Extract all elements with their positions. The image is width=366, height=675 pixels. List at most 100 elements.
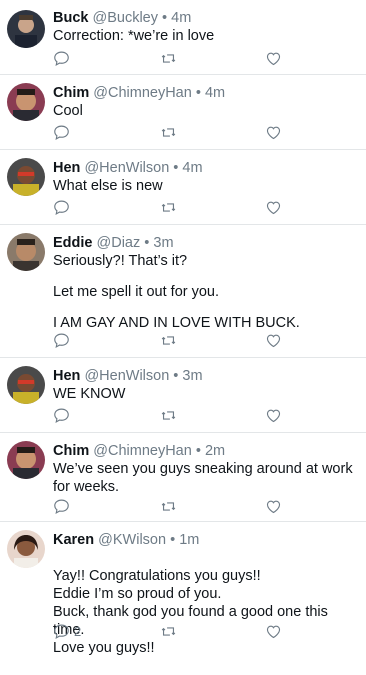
avatar[interactable] <box>7 366 45 404</box>
heart-icon <box>266 409 281 422</box>
tweet-actions <box>53 331 293 349</box>
separator: • <box>170 532 176 548</box>
like-button[interactable] <box>265 331 282 349</box>
tweet-actions: 2 <box>53 622 293 640</box>
avatar[interactable] <box>7 530 45 568</box>
like-button[interactable] <box>265 406 282 424</box>
retweet-icon <box>161 127 176 137</box>
tweet-paragraph: We’ve seen you guys sneaking around at w… <box>53 461 353 495</box>
username[interactable]: @Diaz <box>97 235 141 251</box>
tweet-header: Chim @ChimneyHan • 4m <box>53 84 358 102</box>
display-name[interactable]: Chim <box>53 443 89 459</box>
reply-button[interactable]: 2 <box>53 622 81 640</box>
retweet-icon <box>161 53 176 63</box>
tweet[interactable]: Karen @KWilson • 1m Yay!! Congratulation… <box>0 522 366 656</box>
avatar[interactable] <box>7 233 45 271</box>
reply-button[interactable] <box>53 49 74 67</box>
retweet-icon <box>161 501 176 511</box>
like-button[interactable] <box>265 622 282 640</box>
tweet[interactable]: Hen @HenWilson • 3m WE KNOW <box>0 358 366 433</box>
reply-button[interactable] <box>53 406 74 424</box>
retweet-icon <box>161 202 176 212</box>
like-button[interactable] <box>265 198 282 216</box>
username[interactable]: @HenWilson <box>84 368 169 384</box>
like-button[interactable] <box>265 123 282 141</box>
display-name[interactable]: Buck <box>53 10 88 26</box>
tweet-paragraph: I AM GAY AND IN LOVE WITH BUCK. <box>53 315 300 331</box>
username[interactable]: @ChimneyHan <box>93 443 192 459</box>
reply-count: 2 <box>74 623 82 639</box>
timestamp[interactable]: 4m <box>205 85 225 101</box>
separator: • <box>162 10 168 26</box>
display-name[interactable]: Chim <box>53 85 89 101</box>
tweet-text: We’ve seen you guys sneaking around at w… <box>53 460 358 496</box>
retweet-icon <box>161 410 176 420</box>
retweet-button[interactable] <box>160 622 177 640</box>
heart-icon <box>266 201 281 214</box>
display-name[interactable]: Karen <box>53 532 94 548</box>
reply-button[interactable] <box>53 198 74 216</box>
separator: • <box>173 368 179 384</box>
username[interactable]: @Buckley <box>93 10 159 26</box>
timestamp[interactable]: 2m <box>205 443 225 459</box>
tweet-text: Yay!! Congratulations you guys!! Eddie I… <box>53 549 358 675</box>
tweet[interactable]: Buck @Buckley • 4m Correction: *we’re in… <box>0 0 366 75</box>
username[interactable]: @HenWilson <box>84 160 169 176</box>
like-button[interactable] <box>265 49 282 67</box>
reply-icon <box>54 408 69 423</box>
display-name[interactable]: Hen <box>53 368 80 384</box>
tweet-text: Seriously?! That’s it? Let me spell it o… <box>53 252 358 332</box>
retweet-button[interactable] <box>160 497 177 515</box>
tweet-actions <box>53 406 293 424</box>
reply-icon <box>54 499 69 514</box>
heart-icon <box>266 126 281 139</box>
retweet-button[interactable] <box>160 198 177 216</box>
reply-button[interactable] <box>53 123 74 141</box>
reply-icon <box>54 125 69 140</box>
reply-icon <box>54 333 69 348</box>
username[interactable]: @KWilson <box>98 532 166 548</box>
retweet-button[interactable] <box>160 123 177 141</box>
retweet-button[interactable] <box>160 406 177 424</box>
avatar[interactable] <box>7 158 45 196</box>
tweet-paragraph: WE KNOW <box>53 386 126 402</box>
username[interactable]: @ChimneyHan <box>93 85 192 101</box>
tweet[interactable]: Chim @ChimneyHan • 4m Cool <box>0 75 366 150</box>
tweet-header: Hen @HenWilson • 4m <box>53 159 358 177</box>
separator: • <box>173 160 179 176</box>
heart-icon <box>266 334 281 347</box>
reply-button[interactable] <box>53 331 74 349</box>
avatar[interactable] <box>7 441 45 479</box>
timestamp[interactable]: 1m <box>179 532 199 548</box>
tweet-actions <box>53 49 293 67</box>
reply-icon <box>54 200 69 215</box>
heart-icon <box>266 52 281 65</box>
display-name[interactable]: Eddie <box>53 235 92 251</box>
tweet-actions <box>53 497 293 515</box>
separator: • <box>144 235 150 251</box>
retweet-button[interactable] <box>160 49 177 67</box>
tweet-header: Karen @KWilson • 1m <box>53 531 358 549</box>
timestamp[interactable]: 3m <box>182 368 202 384</box>
reply-button[interactable] <box>53 497 74 515</box>
heart-icon <box>266 625 281 638</box>
timestamp[interactable]: 3m <box>153 235 173 251</box>
timestamp[interactable]: 4m <box>171 10 191 26</box>
retweet-icon <box>161 626 176 636</box>
tweet-text: What else is new <box>53 177 358 195</box>
retweet-button[interactable] <box>160 331 177 349</box>
display-name[interactable]: Hen <box>53 160 80 176</box>
separator: • <box>195 85 201 101</box>
reply-icon <box>54 51 69 66</box>
timestamp[interactable]: 4m <box>182 160 202 176</box>
avatar[interactable] <box>7 83 45 121</box>
tweet-paragraph: What else is new <box>53 178 163 194</box>
like-button[interactable] <box>265 497 282 515</box>
tweet-paragraph: Yay!! Congratulations you guys!! Eddie I… <box>53 568 328 656</box>
avatar[interactable] <box>7 10 45 48</box>
tweet[interactable]: Eddie @Diaz • 3m Seriously?! That’s it? … <box>0 225 366 358</box>
tweet[interactable]: Chim @ChimneyHan • 2m We’ve seen you guy… <box>0 433 366 522</box>
tweet-paragraph: Seriously?! That’s it? <box>53 253 188 269</box>
tweet-header: Eddie @Diaz • 3m <box>53 234 358 252</box>
tweet[interactable]: Hen @HenWilson • 4m What else is new <box>0 150 366 225</box>
